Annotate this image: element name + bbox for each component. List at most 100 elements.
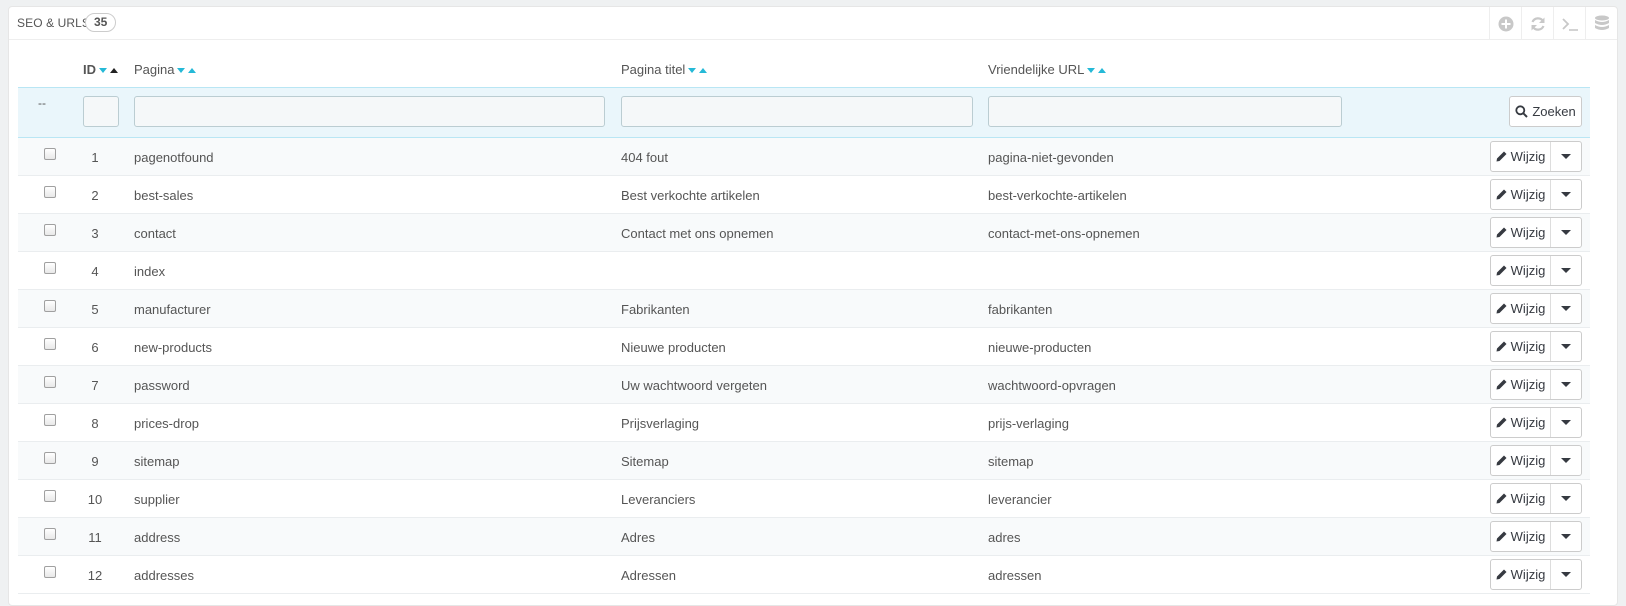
cell-title: Contact met ons opnemen [621, 226, 774, 241]
cell-page: prices-drop [134, 416, 200, 431]
cell-title: Adres [621, 530, 655, 545]
sort-asc-icon[interactable] [110, 68, 118, 74]
cell-url: pagina-niet-gevonden [988, 150, 1114, 165]
caret-down-icon [1561, 458, 1571, 463]
more-actions-dropdown[interactable] [1551, 370, 1581, 399]
table-row[interactable]: 12 addresses Adressen adressen Wijzig [18, 556, 1590, 594]
pencil-icon [1496, 493, 1507, 504]
add-new-button[interactable] [1489, 7, 1521, 40]
row-actions: Wijzig [1490, 255, 1582, 286]
filter-title-input[interactable] [621, 96, 973, 127]
pencil-icon [1496, 265, 1507, 276]
filter-page-input[interactable] [134, 96, 605, 127]
edit-button[interactable]: Wijzig [1491, 408, 1551, 437]
table-row[interactable]: 1 pagenotfound 404 fout pagina-niet-gevonde… [18, 138, 1590, 176]
cell-url: prijs-verlaging [988, 416, 1069, 431]
more-actions-dropdown[interactable] [1551, 408, 1581, 437]
sort-asc-icon[interactable] [188, 68, 197, 74]
edit-button[interactable]: Wijzig [1491, 180, 1551, 209]
cell-id: 4 [91, 264, 99, 279]
sort-asc-icon[interactable] [699, 68, 708, 74]
more-actions-dropdown[interactable] [1551, 218, 1581, 247]
edit-button[interactable]: Wijzig [1491, 446, 1551, 475]
cell-page: manufacturer [134, 302, 211, 317]
column-url[interactable]: Vriendelijke URL [988, 62, 1107, 77]
table-row[interactable]: 4 index Wijzig [18, 252, 1590, 290]
column-page[interactable]: Pagina [134, 62, 197, 77]
database-icon [1594, 15, 1609, 30]
table-row[interactable]: 8 prices-drop Prijsverlaging prijs-verlagin… [18, 404, 1590, 442]
edit-button[interactable]: Wijzig [1491, 256, 1551, 285]
table-row[interactable]: 6 new-products Nieuwe producten nieuwe-prod… [18, 328, 1590, 366]
table-row[interactable]: 7 password Uw wachtwoord vergeten wachtwoor… [18, 366, 1590, 404]
row-checkbox[interactable] [44, 262, 56, 274]
row-checkbox[interactable] [44, 300, 56, 312]
search-button[interactable]: Zoeken [1509, 96, 1582, 127]
terminal-icon [1561, 17, 1578, 31]
sort-desc-icon[interactable] [177, 68, 186, 74]
sort-asc-icon[interactable] [1098, 68, 1107, 74]
edit-button[interactable]: Wijzig [1491, 332, 1551, 361]
more-actions-dropdown[interactable] [1551, 142, 1581, 171]
edit-button[interactable]: Wijzig [1491, 560, 1551, 589]
more-actions-dropdown[interactable] [1551, 332, 1581, 361]
table-row[interactable]: 11 address Adres adres Wijzig [18, 518, 1590, 556]
more-actions-dropdown[interactable] [1551, 256, 1581, 285]
table-row[interactable]: 10 supplier Leveranciers leverancier Wijzig [18, 480, 1590, 518]
row-checkbox[interactable] [44, 224, 56, 236]
more-actions-dropdown[interactable] [1551, 294, 1581, 323]
edit-button[interactable]: Wijzig [1491, 484, 1551, 513]
more-actions-dropdown[interactable] [1551, 446, 1581, 475]
row-checkbox[interactable] [44, 148, 56, 160]
edit-button[interactable]: Wijzig [1491, 522, 1551, 551]
cell-id: 5 [91, 302, 99, 317]
sql-query-button[interactable] [1553, 7, 1585, 40]
edit-button[interactable]: Wijzig [1491, 370, 1551, 399]
cell-title: Fabrikanten [621, 302, 690, 317]
cell-url: adressen [988, 568, 1042, 583]
cell-id: 3 [91, 226, 99, 241]
more-actions-dropdown[interactable] [1551, 560, 1581, 589]
column-title[interactable]: Pagina titel [621, 62, 708, 77]
edit-button[interactable]: Wijzig [1491, 218, 1551, 247]
caret-down-icon [1561, 230, 1571, 235]
edit-label: Wijzig [1510, 225, 1546, 240]
more-actions-dropdown[interactable] [1551, 180, 1581, 209]
table-row[interactable]: 5 manufacturer Fabrikanten fabrikanten Wijzi… [18, 290, 1590, 328]
cell-page: new-products [134, 340, 213, 355]
table-row[interactable]: 9 sitemap Sitemap sitemap Wijzig [18, 442, 1590, 480]
pencil-icon [1496, 151, 1507, 162]
row-actions: Wijzig [1490, 407, 1582, 438]
row-actions: Wijzig [1490, 445, 1582, 476]
add-icon [1498, 16, 1513, 31]
cell-page: best-sales [134, 188, 194, 203]
cell-title: Prijsverlaging [621, 416, 700, 431]
pencil-icon [1496, 303, 1507, 314]
row-checkbox[interactable] [44, 452, 56, 464]
table-row[interactable]: 2 best-sales Best verkochte artikelen best-… [18, 176, 1590, 214]
edit-button[interactable]: Wijzig [1491, 142, 1551, 171]
row-checkbox[interactable] [44, 186, 56, 198]
column-id[interactable]: ID [83, 62, 118, 77]
filter-url-input[interactable] [988, 96, 1342, 127]
pencil-icon [1496, 417, 1507, 428]
row-checkbox[interactable] [44, 338, 56, 350]
row-checkbox[interactable] [44, 490, 56, 502]
sort-desc-icon[interactable] [99, 68, 107, 74]
export-sql-button[interactable] [1585, 7, 1617, 40]
more-actions-dropdown[interactable] [1551, 522, 1581, 551]
row-checkbox[interactable] [44, 414, 56, 426]
row-checkbox[interactable] [44, 566, 56, 578]
caret-down-icon [1561, 268, 1571, 273]
row-checkbox[interactable] [44, 376, 56, 388]
edit-label: Wijzig [1510, 301, 1546, 316]
refresh-button[interactable] [1521, 7, 1553, 40]
filter-id-input[interactable] [83, 96, 119, 127]
sort-desc-icon[interactable] [688, 68, 697, 74]
table-row[interactable]: 3 contact Contact met ons opnemen contact-m… [18, 214, 1590, 252]
row-checkbox[interactable] [44, 528, 56, 540]
more-actions-dropdown[interactable] [1551, 484, 1581, 513]
edit-label: Wijzig [1510, 567, 1546, 582]
sort-desc-icon[interactable] [1087, 68, 1096, 74]
edit-button[interactable]: Wijzig [1491, 294, 1551, 323]
